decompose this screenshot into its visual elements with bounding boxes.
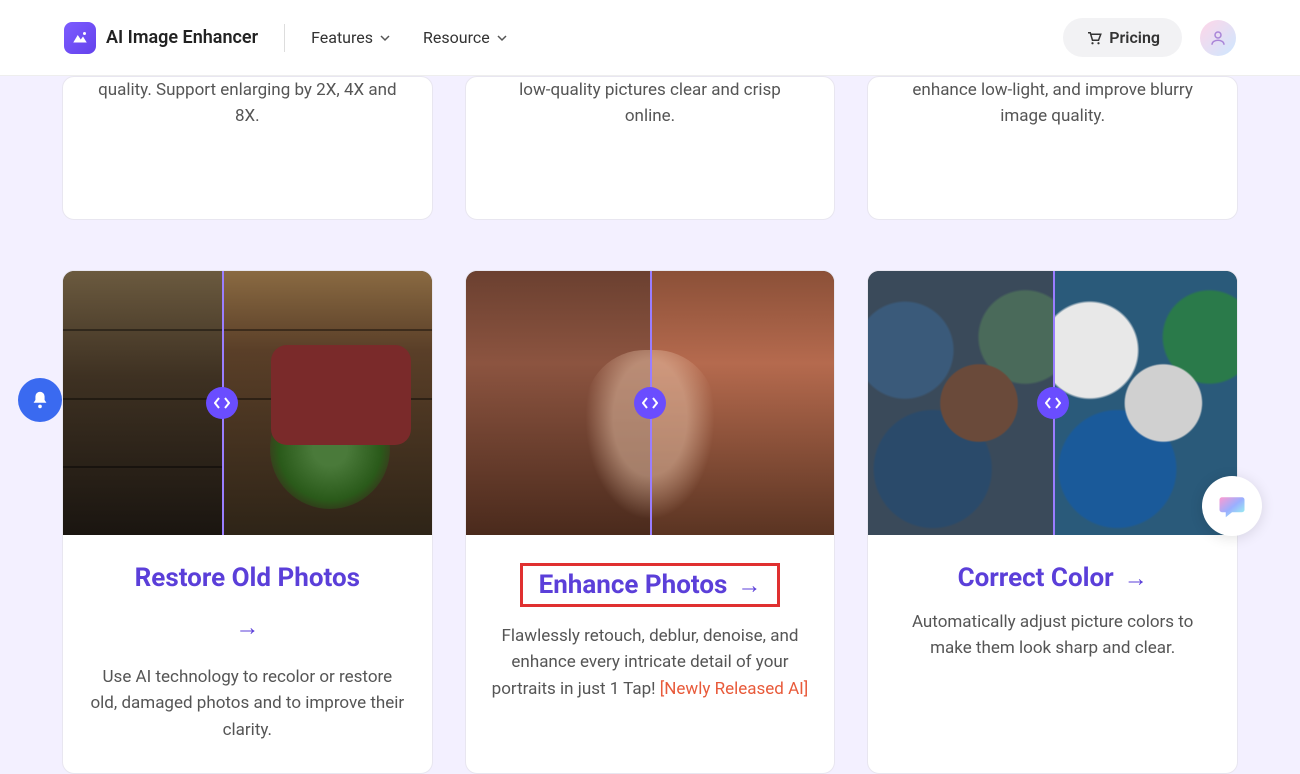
card-description: enhance low-light, and improve blurry im… (898, 77, 1207, 130)
pricing-label: Pricing (1109, 28, 1160, 47)
arrow-right-icon: → (1124, 564, 1148, 593)
logo-text: AI Image Enhancer (106, 27, 258, 48)
comparison-image (868, 271, 1237, 535)
feature-card-partial: quality. Support enlarging by 2X, 4X and… (62, 76, 433, 220)
nav-resource[interactable]: Resource (423, 28, 508, 47)
chevron-down-icon (496, 32, 508, 44)
card-description: Automatically adjust picture colors to m… (894, 609, 1211, 662)
notification-button[interactable] (18, 378, 62, 422)
user-icon (1209, 29, 1227, 47)
top-card-row: quality. Support enlarging by 2X, 4X and… (62, 76, 1238, 220)
chat-icon (1217, 491, 1247, 521)
comparison-slider-handle[interactable] (1037, 387, 1069, 419)
logo[interactable]: AI Image Enhancer (64, 22, 258, 54)
arrow-right-icon: → (737, 571, 761, 600)
newly-released-badge: [Newly Released AI] (660, 679, 809, 699)
comparison-slider-handle[interactable] (634, 387, 666, 419)
chevron-down-icon (379, 32, 391, 44)
chat-button[interactable] (1202, 476, 1262, 536)
logo-icon (64, 22, 96, 54)
feature-card-partial: low-quality pictures clear and crisp onl… (465, 76, 836, 220)
card-description: low-quality pictures clear and crisp onl… (496, 77, 805, 130)
card-title-text: Correct Color (958, 563, 1114, 593)
card-description: Use AI technology to recolor or restore … (89, 664, 406, 743)
feature-card-color: Correct Color → Automatically adjust pic… (867, 270, 1238, 774)
comparison-slider-handle[interactable] (206, 387, 238, 419)
feature-card-partial: enhance low-light, and improve blurry im… (867, 76, 1238, 220)
card-title-link-color[interactable]: Correct Color → (958, 563, 1148, 593)
main-content: quality. Support enlarging by 2X, 4X and… (0, 76, 1300, 774)
bell-icon (29, 389, 51, 411)
highlight-annotation: Enhance Photos → (520, 563, 781, 607)
nav-features[interactable]: Features (311, 28, 391, 47)
card-title-link-enhance[interactable]: Enhance Photos → (539, 570, 762, 600)
nav-features-label: Features (311, 28, 373, 47)
card-title-text: Restore Old Photos (135, 563, 360, 593)
pricing-button[interactable]: Pricing (1063, 18, 1182, 57)
card-description: quality. Support enlarging by 2X, 4X and… (93, 77, 402, 130)
header-bar: AI Image Enhancer Features Resource Pric… (0, 0, 1300, 76)
feature-card-enhance: Enhance Photos → Flawlessly retouch, deb… (465, 270, 836, 774)
header-divider (284, 24, 285, 52)
comparison-image (63, 271, 432, 535)
comparison-image (466, 271, 835, 535)
nav-resource-label: Resource (423, 28, 490, 47)
cart-icon (1085, 29, 1103, 47)
arrow-right-icon: → (235, 613, 259, 642)
card-title-text: Enhance Photos (539, 570, 728, 600)
card-title-arrow[interactable]: → (235, 613, 259, 642)
feature-card-restore: Restore Old Photos → Use AI technology t… (62, 270, 433, 774)
avatar[interactable] (1200, 20, 1236, 56)
card-title-link-restore[interactable]: Restore Old Photos (135, 563, 360, 593)
card-description: Flawlessly retouch, deblur, denoise, and… (492, 623, 809, 702)
feature-card-row: Restore Old Photos → Use AI technology t… (62, 270, 1238, 774)
